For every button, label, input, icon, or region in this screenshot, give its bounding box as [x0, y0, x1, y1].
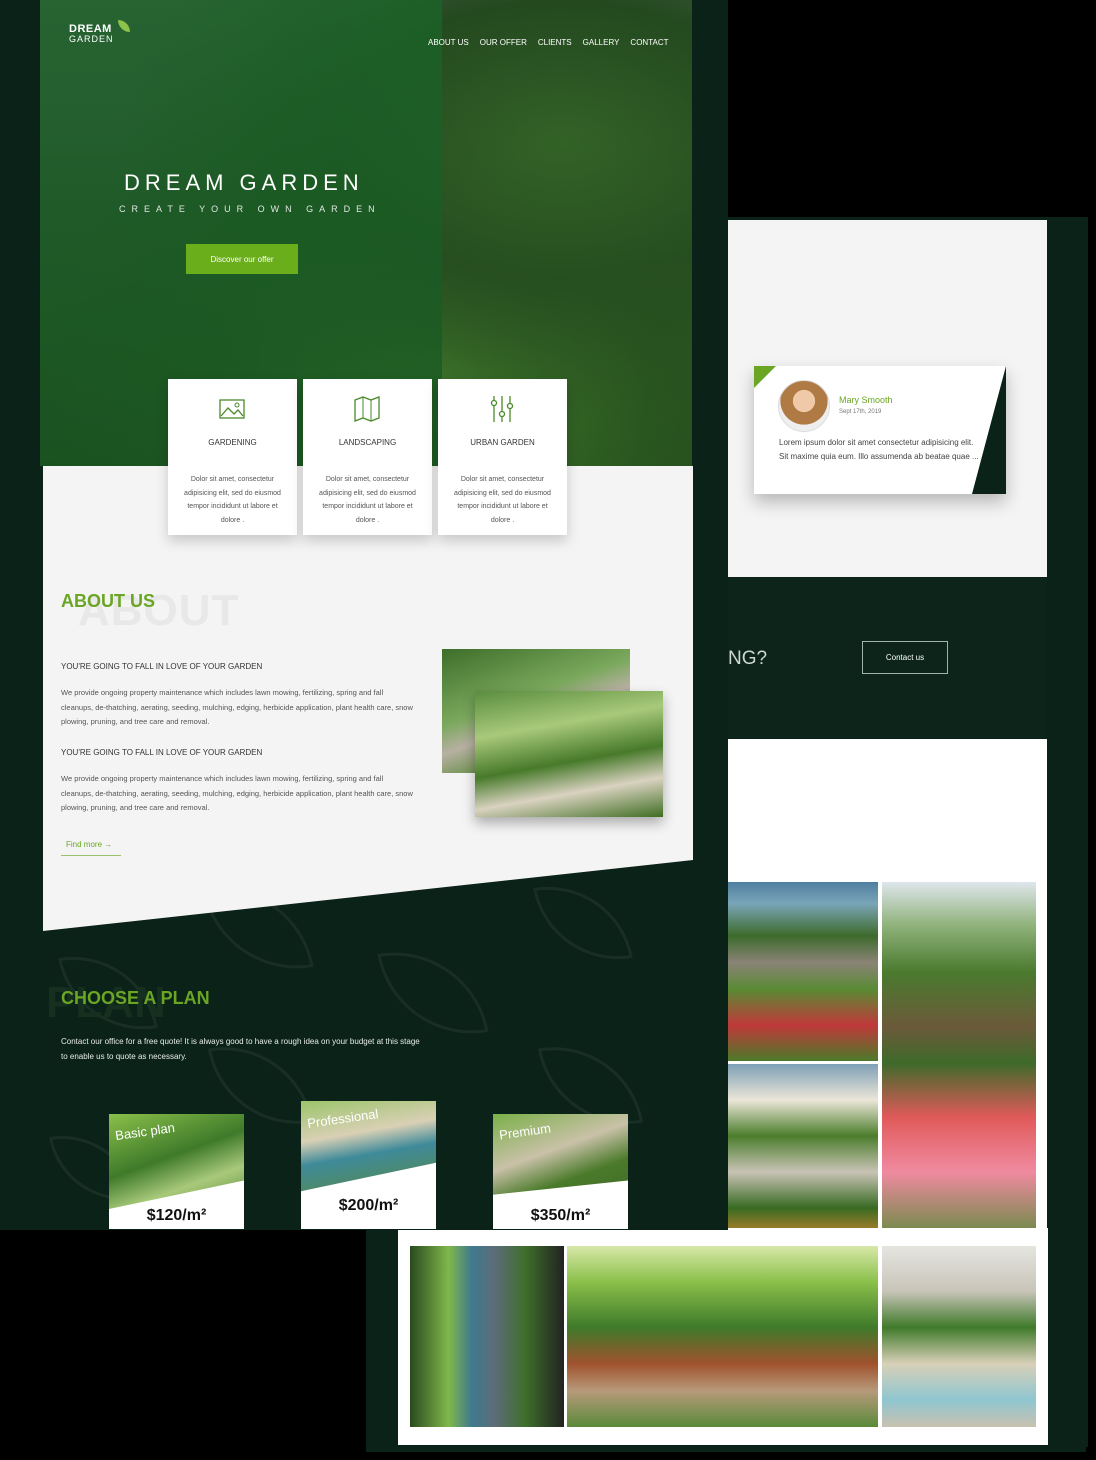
testimonial-name: Mary Smooth [839, 395, 893, 405]
plan-price: $200/m² [338, 1197, 399, 1214]
service-card-gardening[interactable]: GARDENING Dolor sit amet, consectetur ad… [168, 379, 297, 535]
gallery-image-pergola[interactable] [882, 882, 1036, 1244]
main-nav: ABOUT US OUR OFFER CLIENTS GALLERY CONTA… [428, 38, 669, 47]
avatar [778, 380, 830, 432]
nav-contact[interactable]: CONTACT [630, 38, 668, 47]
gallery-image-terrace[interactable] [882, 1246, 1036, 1427]
service-label: LANDSCAPING [338, 438, 397, 447]
service-label: URBAN GARDEN [470, 438, 535, 447]
hero-title: DREAM GARDEN [124, 170, 364, 195]
plans-description: Contact our office for a free quote! It … [61, 1037, 420, 1061]
image-icon [219, 399, 245, 419]
testimonial-card: Mary Smooth Sept 17th, 2019 Lorem ipsum … [754, 366, 1006, 494]
find-more-link[interactable]: Find more → [66, 840, 112, 849]
plan-card-basic[interactable]: Basic plan $120/m² [109, 1114, 244, 1229]
nav-our-offer[interactable]: OUR OFFER [480, 38, 527, 47]
plan-card-professional[interactable]: Professional $200/m² [301, 1101, 436, 1229]
gallery-image-patio[interactable] [567, 1246, 878, 1427]
about-image-front [475, 691, 663, 817]
gallery-image-fountain[interactable] [728, 1064, 878, 1244]
cta-band-text: NG? [728, 648, 768, 669]
plans-title: CHOOSE A PLAN [61, 988, 210, 1008]
about-subheading: YOU'RE GOING TO FALL IN LOVE OF YOUR GAR… [61, 748, 263, 757]
logo-line2: GARDEN [69, 34, 114, 44]
testimonial-date: Sept 17th, 2019 [839, 409, 882, 415]
about-paragraph: We provide ongoing property maintenance … [61, 688, 413, 726]
service-card-landscaping[interactable]: LANDSCAPING Dolor sit amet, consectetur … [303, 379, 432, 535]
about-title: ABOUT US [61, 591, 155, 611]
about-paragraph: We provide ongoing property maintenance … [61, 774, 413, 812]
map-icon [354, 396, 380, 422]
find-more-underline [61, 855, 121, 856]
plan-price: $120/m² [146, 1207, 207, 1224]
plan-price: $350/m² [530, 1207, 591, 1224]
contact-us-button[interactable]: Contact us [862, 641, 948, 674]
discover-offer-button[interactable]: Discover our offer [186, 244, 298, 274]
service-card-urban-garden[interactable]: URBAN GARDEN Dolor sit amet, consectetur… [438, 379, 567, 535]
plan-card-premium[interactable]: Premium $350/m² [493, 1114, 628, 1229]
service-text: Dolor sit amet, consectetur adipisicing … [319, 476, 416, 524]
testimonial-text: Lorem ipsum dolor sit amet consectetur a… [779, 438, 979, 461]
nav-gallery[interactable]: GALLERY [583, 38, 620, 47]
service-label: GARDENING [208, 438, 257, 447]
service-text: Dolor sit amet, consectetur adipisicing … [454, 476, 551, 524]
about-subheading: YOU'RE GOING TO FALL IN LOVE OF YOUR GAR… [61, 662, 263, 671]
sliders-icon [490, 396, 514, 422]
testimonial-dark-edge [972, 366, 1006, 494]
gallery-image-cottage[interactable] [728, 882, 878, 1061]
hero-tagline: CREATE YOUR OWN GARDEN [119, 204, 381, 214]
gallery-image-aerial[interactable] [410, 1246, 564, 1427]
nav-about-us[interactable]: ABOUT US [428, 38, 469, 47]
logo[interactable]: DREAM GARDEN [69, 23, 114, 44]
nav-clients[interactable]: CLIENTS [538, 38, 572, 47]
service-text: Dolor sit amet, consectetur adipisicing … [184, 476, 281, 524]
testimonial-corner-accent [754, 366, 776, 388]
